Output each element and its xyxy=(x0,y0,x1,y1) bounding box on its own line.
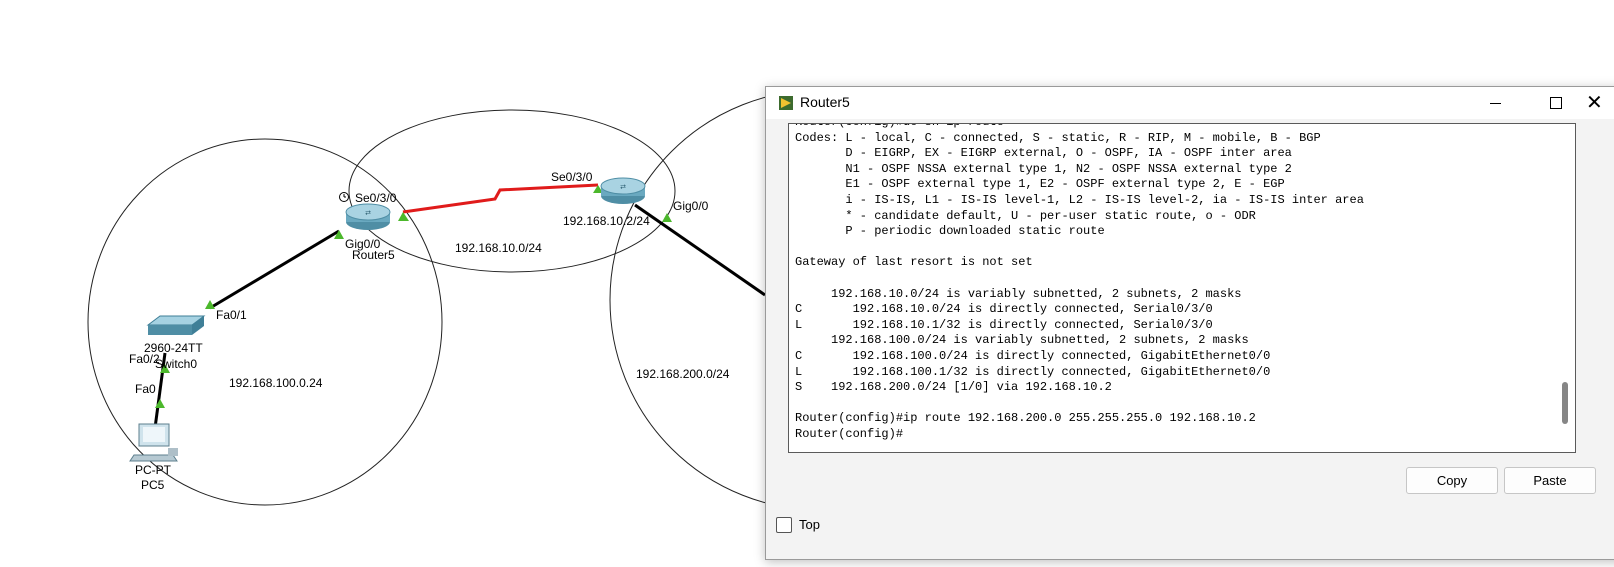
terminal-output: Router(config)#do sh ip route Codes: L -… xyxy=(795,124,1364,441)
window-title: Router5 xyxy=(800,94,850,110)
router5-window: Router5 ✕ Router(config)#do sh ip route … xyxy=(765,86,1614,560)
serial-link[interactable] xyxy=(402,183,599,214)
terminal-scrollbar[interactable] xyxy=(1557,123,1573,451)
router5-icon[interactable]: ⇄ xyxy=(345,203,391,230)
label-router-b-ip: 192.168.10.2/24 xyxy=(563,214,650,228)
clock-icon xyxy=(339,192,349,202)
label-network-serial: 192.168.10.0/24 xyxy=(455,241,542,255)
maximize-button[interactable] xyxy=(1536,91,1576,115)
router-2911-icon[interactable]: ⇄ xyxy=(600,177,646,204)
label-network-lan1: 192.168.100.0.24 xyxy=(229,376,323,390)
packet-tracer-app-icon xyxy=(779,96,793,110)
label-router-b-gig: Gig0/0 xyxy=(673,199,709,213)
label-router5-name: Router5 xyxy=(352,248,395,262)
window-titlebar[interactable]: Router5 ✕ xyxy=(766,87,1614,119)
label-switch-name: Switch0 xyxy=(155,357,197,371)
paste-button[interactable]: Paste xyxy=(1504,467,1596,494)
label-pc-fa0: Fa0 xyxy=(135,382,156,396)
label-router5-se: Se0/3/0 xyxy=(355,191,397,205)
copy-button[interactable]: Copy xyxy=(1406,467,1498,494)
port-up-icon xyxy=(662,213,672,222)
label-router-b-se: Se0/3/0 xyxy=(551,170,593,184)
top-checkbox[interactable] xyxy=(776,517,792,533)
svg-text:⇄: ⇄ xyxy=(620,184,626,191)
label-switch-fa01: Fa0/1 xyxy=(216,308,247,322)
close-button[interactable]: ✕ xyxy=(1586,91,1614,115)
label-pc-type: PC-PT xyxy=(135,463,172,477)
label-network-lan2: 192.168.200.0/24 xyxy=(636,367,730,381)
minimize-button[interactable] xyxy=(1476,91,1516,115)
ethernet-link-router5-switch[interactable] xyxy=(209,229,340,310)
label-pc-name: PC5 xyxy=(141,478,165,492)
port-up-icon xyxy=(155,399,165,408)
svg-text:⇄: ⇄ xyxy=(365,210,371,217)
pc-icon[interactable] xyxy=(129,423,178,462)
scrollbar-thumb[interactable] xyxy=(1562,382,1568,424)
ethernet-link-router-b[interactable] xyxy=(634,203,766,297)
switch-icon[interactable] xyxy=(146,315,206,335)
top-checkbox-label: Top xyxy=(799,517,820,532)
cli-terminal[interactable]: Router(config)#do sh ip route Codes: L -… xyxy=(788,123,1576,453)
